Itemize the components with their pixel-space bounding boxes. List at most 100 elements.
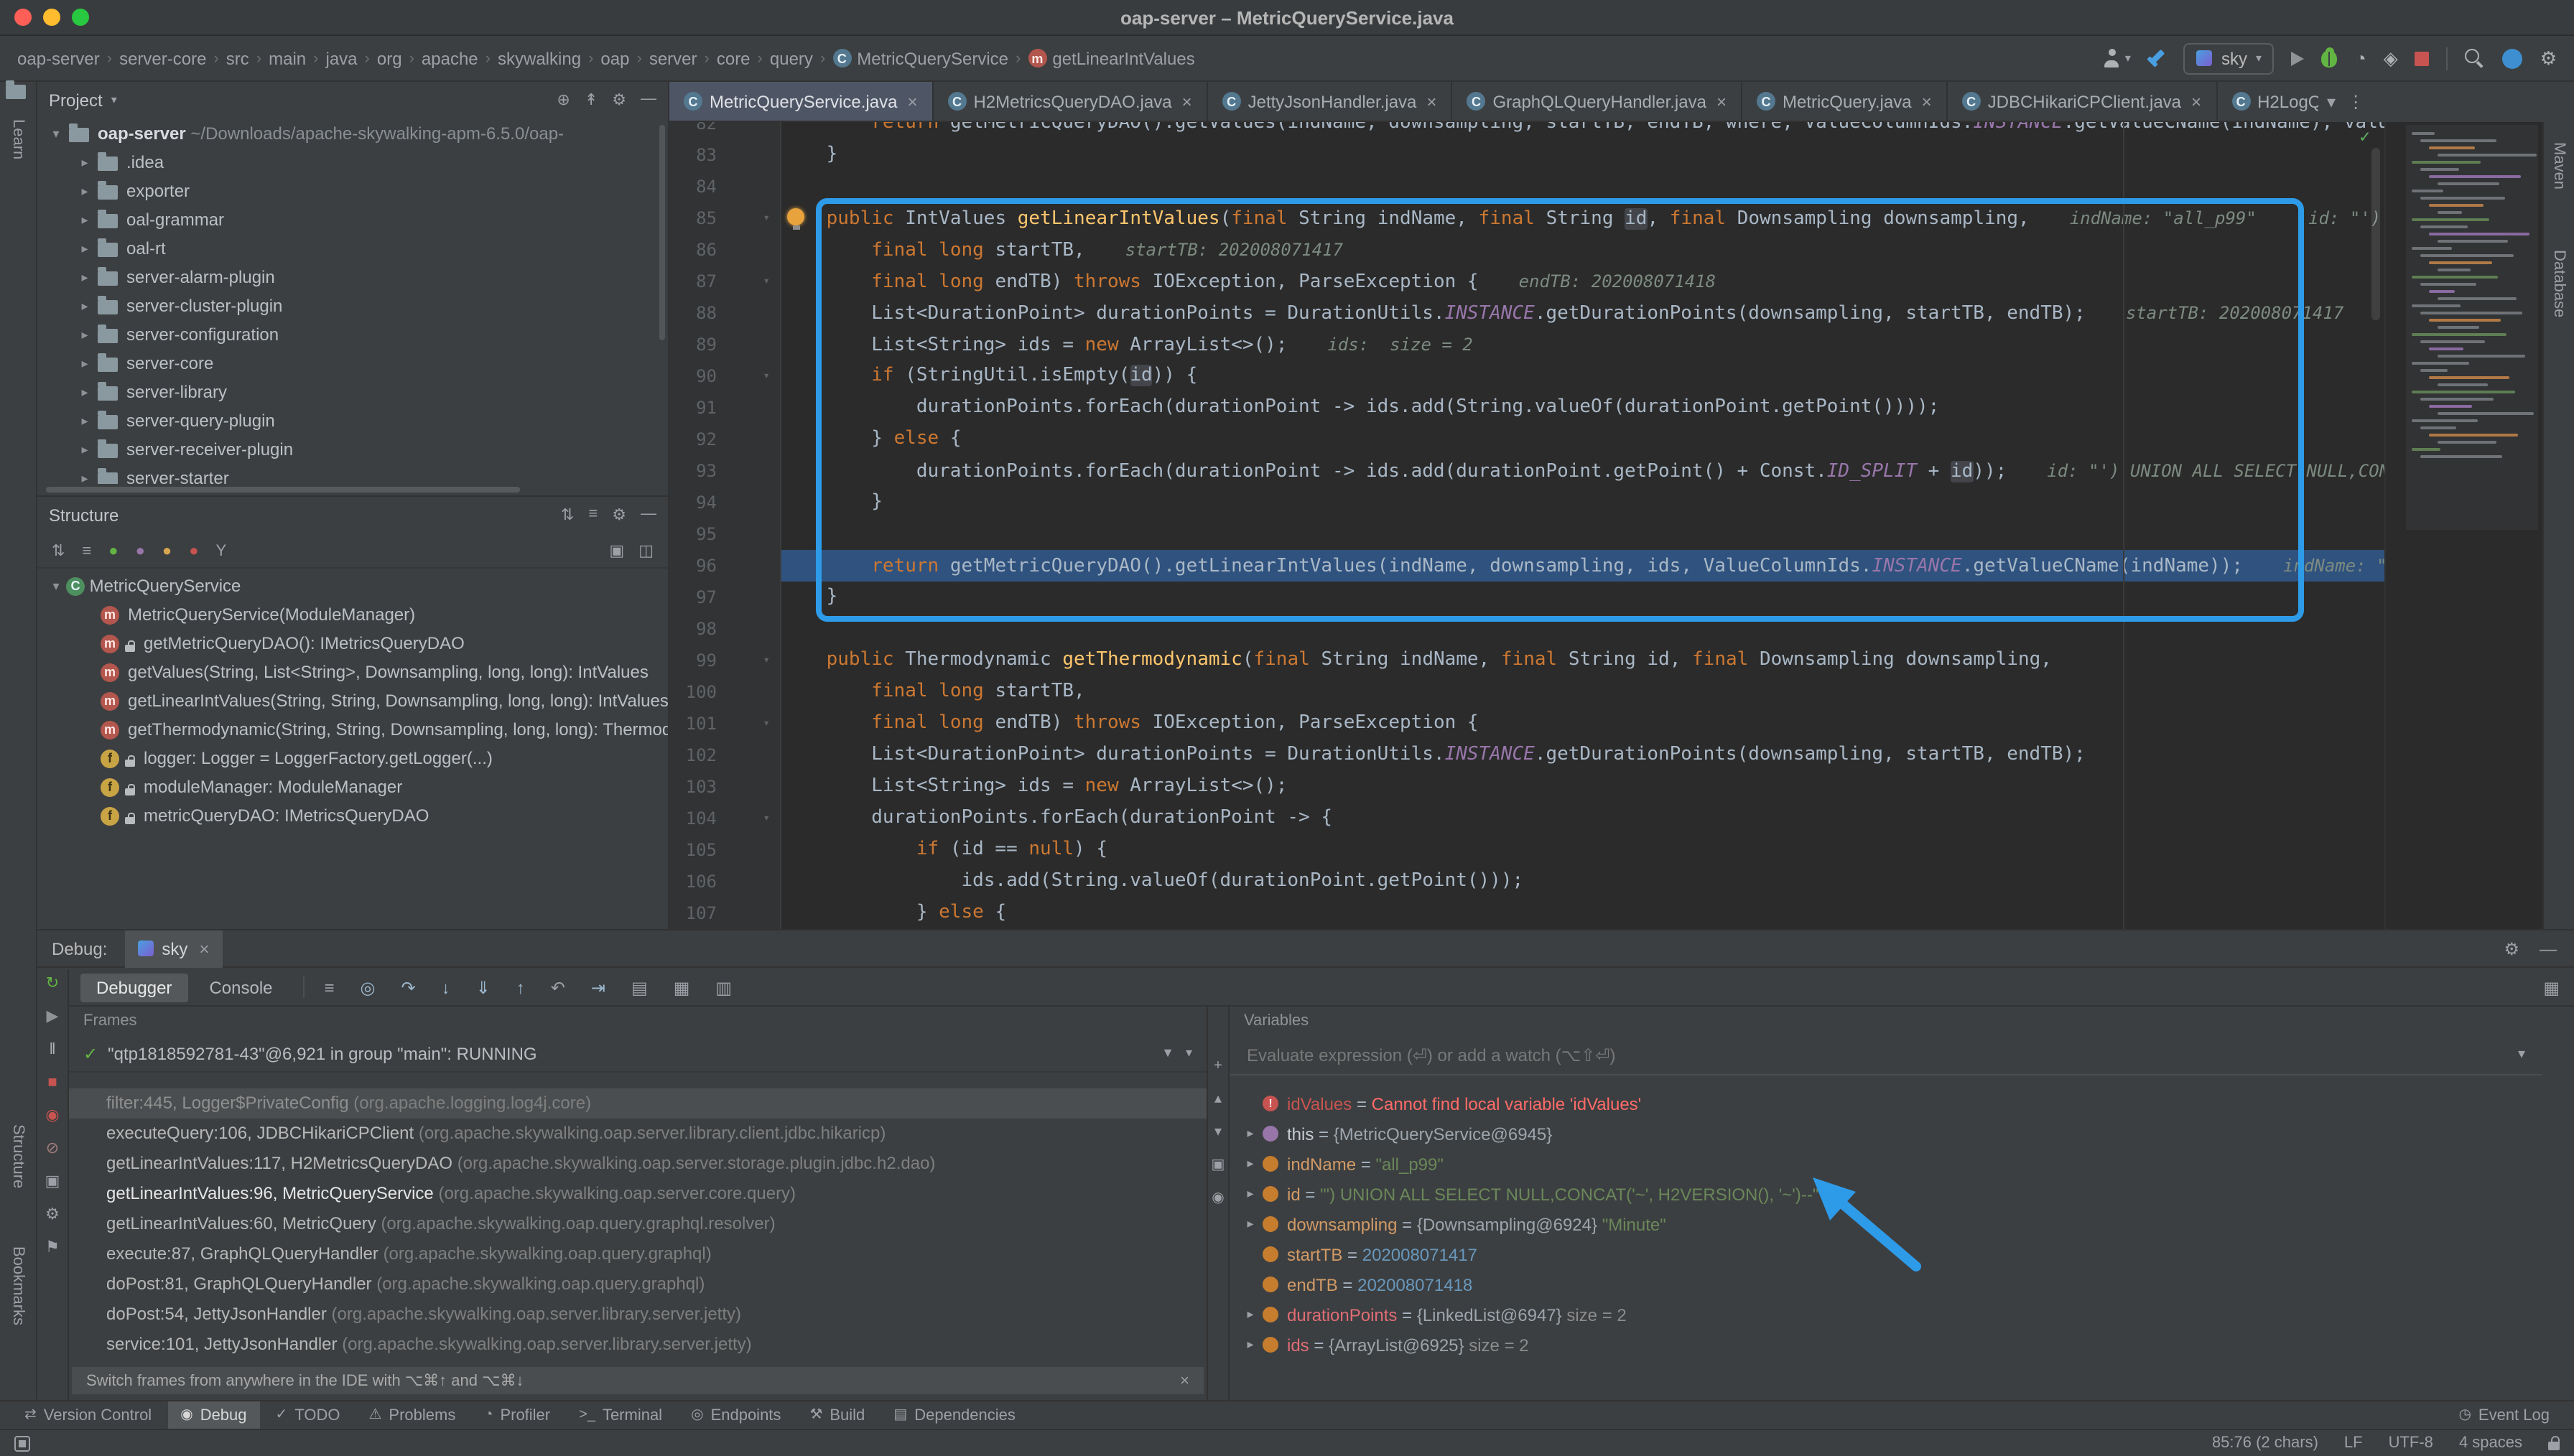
structure-member[interactable]: mMetricQueryService(ModuleManager) — [37, 600, 668, 629]
show-classes-icon[interactable]: ● — [108, 542, 118, 559]
force-step-into-icon[interactable]: ⇓ — [470, 977, 496, 997]
editor-tab[interactable]: CMetricQueryService.java× — [669, 82, 933, 121]
project-tree-item[interactable]: ▸server-cluster-plugin — [37, 291, 668, 320]
view-as-table-icon[interactable]: ▦ — [668, 977, 696, 997]
tab-close-icon[interactable]: × — [1182, 91, 1192, 111]
project-tree-item[interactable]: ▸server-starter — [37, 464, 668, 484]
resume-icon[interactable]: ▶ — [47, 1008, 59, 1025]
breadcrumb-item-class[interactable]: CMetricQueryService — [832, 48, 1008, 68]
hidden-tabs-icon[interactable]: ▾ — [2327, 92, 2336, 112]
run-configuration-select[interactable]: sky ▾ — [2184, 42, 2275, 74]
variable-row[interactable]: ▸durationPoints = {LinkedList@6947} size… — [1230, 1299, 2542, 1330]
vertical-scrollbar[interactable] — [659, 125, 665, 340]
intention-bulb-icon[interactable] — [787, 208, 804, 225]
chevron-down-icon[interactable]: ▾ — [1186, 1045, 1192, 1061]
stack-frame-row[interactable]: doPost:54, JettyJsonHandler (org.apache.… — [69, 1299, 1207, 1330]
lock-icon[interactable] — [2548, 1441, 2560, 1450]
project-tree-item[interactable]: ▸server-alarm-plugin — [37, 263, 668, 291]
project-tree-item[interactable]: ▸server-query-plugin — [37, 406, 668, 435]
expand-editor-icon[interactable]: ▾ — [2518, 1047, 2525, 1063]
breadcrumb-item[interactable]: java — [326, 48, 358, 68]
status-item[interactable]: 4 spaces — [2459, 1434, 2522, 1452]
close-hint-icon[interactable]: × — [1180, 1372, 1189, 1389]
show-execution-point-icon[interactable]: ◎ — [355, 977, 381, 997]
pin-tab-icon[interactable]: ⚑ — [45, 1239, 60, 1256]
debugger-tab-console[interactable]: Console — [193, 973, 288, 1002]
thread-dump-icon[interactable]: ▣ — [45, 1173, 60, 1190]
tab-close-icon[interactable]: × — [2191, 91, 2201, 111]
filter-settings-icon[interactable]: ▥ — [710, 977, 738, 997]
structure-member[interactable]: flogger: Logger = LoggerFactory.getLogge… — [37, 744, 668, 773]
stripe-button-structure[interactable]: Structure — [9, 1124, 27, 1188]
fold-icon[interactable]: ▾ — [763, 211, 770, 224]
status-item[interactable]: 85:76 (2 chars) — [2212, 1434, 2318, 1452]
thread-selector[interactable]: ✓ "qtp1818592781-43"@6,921 in group "mai… — [69, 1035, 1207, 1073]
editor-tab[interactable]: CJDBCHikariCPClient.java× — [1948, 82, 2217, 121]
stripe-button-database[interactable]: Database — [2550, 250, 2568, 317]
mute-breakpoints-icon[interactable]: ⊘ — [46, 1140, 59, 1157]
project-tree-item[interactable]: ▸server-core — [37, 349, 668, 378]
structure-member[interactable]: mgetThermodynamic(String, String, Downsa… — [37, 715, 668, 744]
move-watch-up-icon[interactable]: ▴ — [1214, 1091, 1222, 1107]
breadcrumb-item[interactable]: org — [377, 48, 402, 68]
tab-close-icon[interactable]: × — [907, 91, 917, 111]
stripe-button-maven[interactable]: Maven — [2550, 142, 2568, 190]
show-fields-icon[interactable]: ● — [162, 542, 172, 559]
breadcrumb-item[interactable]: oap-server — [17, 48, 100, 68]
stop-icon[interactable]: ■ — [47, 1074, 57, 1091]
tab-close-icon[interactable]: × — [1426, 91, 1436, 111]
project-tree-item[interactable]: ▸oal-rt — [37, 234, 668, 263]
project-tree-item[interactable]: ▸server-library — [37, 378, 668, 406]
toolwindow-button-profiler[interactable]: ◔Profiler — [471, 1401, 563, 1429]
pause-icon[interactable]: ‖ — [49, 1041, 55, 1058]
project-root-row[interactable]: ▾oap-server ~/Downloads/apache-skywalkin… — [37, 119, 668, 148]
debug-button[interactable] — [2322, 50, 2338, 67]
breadcrumb-item[interactable]: query — [770, 48, 813, 68]
stack-frame-row[interactable]: service:101, JettyJsonHandler (org.apach… — [69, 1330, 1207, 1360]
sort-icon[interactable]: ⇅ — [561, 505, 574, 524]
evaluate-expression-icon[interactable]: ▤ — [626, 977, 654, 997]
run-to-cursor-icon[interactable]: ⇥ — [585, 977, 611, 997]
structure-panel-title[interactable]: Structure — [49, 505, 119, 525]
fold-icon[interactable]: ▾ — [763, 811, 770, 824]
stack-frame-row[interactable]: executeQuery:106, JDBCHikariCPClient (or… — [69, 1119, 1207, 1149]
sort-by-visibility-icon[interactable]: ≡ — [82, 542, 91, 559]
sort-alpha-icon[interactable]: ⇅ — [52, 541, 65, 560]
toolwindow-button-debug[interactable]: ◉Debug — [167, 1401, 259, 1429]
drop-frame-icon[interactable]: ↶ — [545, 977, 571, 997]
variable-row[interactable]: !idValues = Cannot find local variable '… — [1230, 1088, 2542, 1119]
variable-row[interactable]: startTB = 202008071417 — [1230, 1239, 2542, 1269]
debug-settings-icon[interactable]: ⚙ — [2504, 938, 2519, 958]
toolwindow-button-todo[interactable]: ✓TODO — [263, 1401, 353, 1429]
editor-scrollbar[interactable] — [2371, 148, 2380, 320]
panel-settings-icon[interactable]: ⚙ — [612, 505, 626, 524]
fold-icon[interactable]: ▾ — [763, 274, 770, 287]
structure-member[interactable]: fmoduleManager: ModuleManager — [37, 773, 668, 801]
more-options-icon[interactable]: ⋮ — [2347, 92, 2364, 112]
profiler-button[interactable]: ◔ — [2355, 49, 2366, 67]
fold-icon[interactable]: ▾ — [763, 653, 770, 666]
toolwindow-button-terminal[interactable]: >_Terminal — [566, 1401, 675, 1429]
restore-layout-icon[interactable]: ▦ — [2543, 977, 2574, 997]
duplicate-watch-icon[interactable]: ▣ — [1212, 1157, 1225, 1173]
editor-tab[interactable]: CGraphQLQueryHandler.java× — [1452, 82, 1742, 121]
editor-tab[interactable]: CH2MetricsQueryDAO.java× — [933, 82, 1207, 121]
step-over-icon[interactable]: ↷ — [396, 977, 422, 997]
structure-root-row[interactable]: ▾C MetricQueryService — [37, 571, 668, 600]
update-project-icon[interactable] — [2503, 48, 2523, 68]
chevron-down-icon[interactable]: ▾ — [111, 93, 117, 106]
stack-frame-row[interactable]: getLinearIntValues:96, MetricQueryServic… — [69, 1179, 1207, 1209]
project-tree-item[interactable]: ▸exporter — [37, 177, 668, 205]
toolwindow-button-problems[interactable]: ⚠Problems — [356, 1401, 468, 1429]
tab-close-icon[interactable]: × — [1922, 91, 1932, 111]
variable-row[interactable]: ▸this = {MetricQueryService@6945} — [1230, 1119, 2542, 1149]
debug-session-tab[interactable]: sky × — [124, 930, 222, 967]
stripe-button-learn[interactable]: Learn — [9, 119, 27, 159]
breadcrumb-item[interactable]: skywalking — [498, 48, 581, 68]
project-tree-item[interactable]: ▸server-receiver-plugin — [37, 435, 668, 464]
locate-file-icon[interactable]: ⊕ — [557, 90, 570, 109]
hide-panel-icon[interactable]: — — [641, 505, 656, 524]
autoscroll-from-source-icon[interactable]: ◫ — [638, 541, 654, 560]
stack-frame-row[interactable]: doPost:81, GraphQLQueryHandler (org.apac… — [69, 1269, 1207, 1299]
breadcrumb-item[interactable]: src — [226, 48, 249, 68]
